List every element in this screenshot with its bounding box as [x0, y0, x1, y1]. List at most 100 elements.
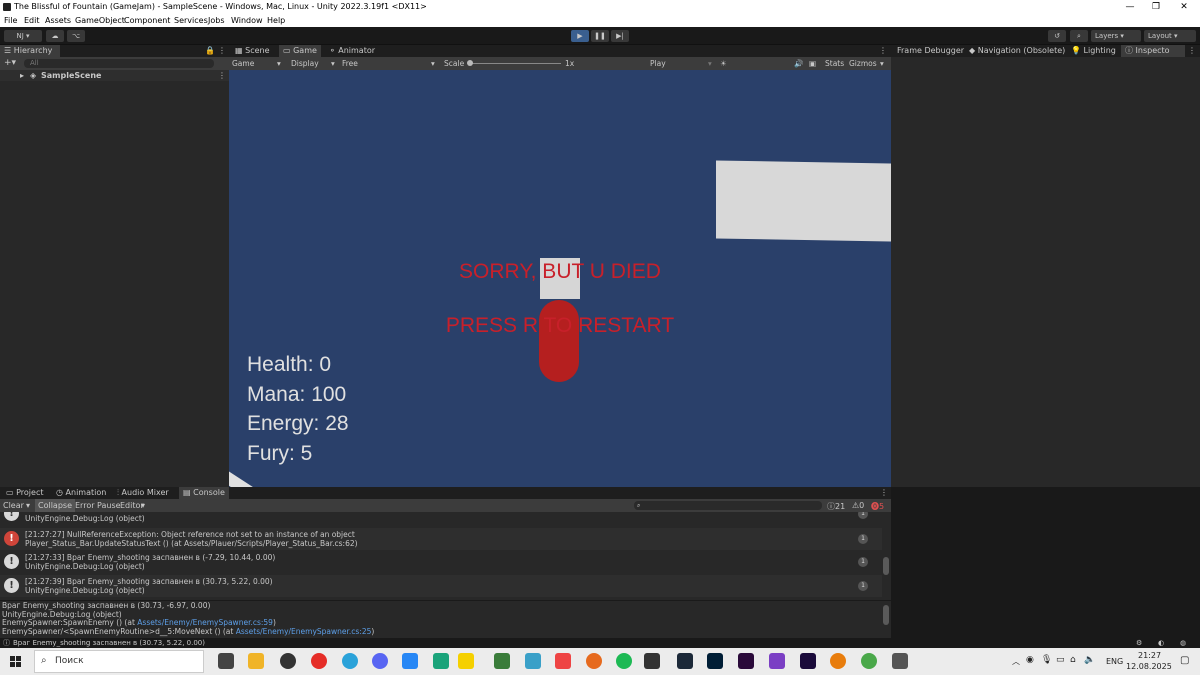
status-text[interactable]: Враг Enemy_shooting заспавнен в (30.73, … [13, 638, 205, 648]
menu-help[interactable]: Help [267, 14, 285, 27]
sun-icon[interactable]: ☀ [720, 57, 727, 70]
tab-console[interactable]: ▤ Console [179, 487, 229, 499]
menu-window[interactable]: Window [231, 14, 263, 27]
expand-arrow-icon[interactable]: ▸ [20, 71, 24, 80]
discord-icon[interactable] [372, 653, 388, 669]
log-row[interactable]: ! [21:27:27] NullReferenceException: Obj… [0, 528, 882, 550]
notification-icon[interactable]: ◍ [1180, 638, 1186, 648]
photoshop-icon[interactable] [707, 653, 723, 669]
telegram-icon[interactable] [342, 653, 358, 669]
stats-button[interactable]: Stats [825, 57, 844, 70]
after-effects-icon[interactable] [800, 653, 816, 669]
steam-icon[interactable] [677, 653, 693, 669]
log-row[interactable]: ! UnityEngine.Debug:Log (object) 1 [0, 512, 882, 525]
volume-icon[interactable]: 🔈 [1084, 655, 1095, 665]
sticky-notes-icon[interactable] [458, 653, 474, 669]
scene-row[interactable]: ▸ ◈ SampleScene ⋮ [0, 70, 229, 81]
lock-icon[interactable]: 🔒 [205, 46, 215, 55]
tab-audio-mixer[interactable]: ⫶ Audio Mixer [113, 487, 173, 499]
bottom-panel-menu-icon[interactable]: ⋮ [880, 488, 888, 497]
tab-project[interactable]: ▭ Project [2, 487, 47, 499]
add-icon[interactable]: +▾ [4, 58, 16, 68]
tab-game[interactable]: ▭ Game [279, 45, 321, 57]
app-bolt-icon[interactable] [494, 653, 510, 669]
detail-scrollbar-thumb[interactable] [883, 605, 889, 625]
search-icon[interactable]: ⌕ [1070, 30, 1088, 42]
clock-time[interactable]: 21:27 [1138, 651, 1161, 660]
scene-menu-icon[interactable]: ⋮ [218, 71, 226, 80]
tray-app-icon[interactable]: ◉ [1026, 655, 1034, 665]
media-player-icon[interactable] [280, 653, 296, 669]
unity-hub-icon[interactable] [644, 653, 660, 669]
tray-chevron-icon[interactable]: ︿ [1012, 656, 1020, 667]
explorer-icon[interactable] [248, 653, 264, 669]
menu-edit[interactable]: Edit [24, 14, 40, 27]
battery-icon[interactable]: ▭ [1056, 655, 1065, 665]
close-button[interactable]: ✕ [1170, 0, 1198, 14]
layout-dropdown[interactable]: Layout ▾ [1144, 30, 1196, 42]
bug-icon[interactable]: ⚙ [1136, 638, 1142, 648]
language-indicator[interactable]: ENG [1106, 657, 1123, 666]
network-icon[interactable]: ⌂ [1070, 655, 1076, 665]
log-row[interactable]: ! [21:27:33] Враг Enemy_shooting заспавн… [0, 551, 882, 573]
spotify-icon[interactable] [616, 653, 632, 669]
right-tabs-more-icon[interactable]: ⋮ [1188, 46, 1196, 55]
panel-menu-icon[interactable]: ⋮ [218, 46, 226, 55]
menu-file[interactable]: File [4, 14, 17, 27]
scale-slider-handle[interactable] [467, 60, 473, 66]
clock-date[interactable]: 12.08.2025 [1126, 662, 1172, 671]
pause-button[interactable]: ❚❚ [591, 30, 609, 42]
menu-assets[interactable]: Assets [45, 14, 71, 27]
console-search-input[interactable]: ⌕ [634, 501, 822, 510]
yandex-browser-icon[interactable] [311, 653, 327, 669]
center-panel-menu-icon[interactable]: ⋮ [879, 46, 887, 55]
premiere-icon[interactable] [738, 653, 754, 669]
progress-icon[interactable]: ◐ [1158, 638, 1164, 648]
app-orange-icon[interactable] [586, 653, 602, 669]
layers-dropdown[interactable]: Layers ▾ [1091, 30, 1141, 42]
app-blue-icon[interactable] [525, 653, 541, 669]
play-focused-arrow-icon[interactable]: ▾ [708, 57, 712, 70]
tab-inspector[interactable]: ⓘ Inspecto [1121, 45, 1185, 57]
tab-lighting[interactable]: 💡 Lighting [1067, 45, 1120, 57]
tab-animation[interactable]: ◷ Animation [52, 487, 110, 499]
start-windows-icon[interactable] [10, 656, 21, 667]
gizmos-button[interactable]: Gizmos [849, 57, 877, 70]
menu-component[interactable]: Component [124, 14, 170, 27]
clear-options-icon[interactable]: ▾ [26, 501, 30, 510]
account-button[interactable]: NJ ▾ [4, 30, 42, 42]
menu-services[interactable]: Services [174, 14, 208, 27]
tab-hierarchy[interactable]: ☰ Hierarchy [0, 45, 60, 57]
aspect-arrow-icon[interactable]: ▾ [431, 57, 435, 70]
editor-arrow-icon[interactable]: ▾ [141, 501, 145, 510]
step-button[interactable]: ▶| [611, 30, 629, 42]
log-count-toggle[interactable]: ⓘ21 [827, 501, 845, 512]
hierarchy-search-input[interactable]: All [24, 59, 214, 68]
play-button[interactable]: ▶ [571, 30, 589, 42]
cloud-icon[interactable]: ☁ [46, 30, 64, 42]
history-icon[interactable]: ↺ [1048, 30, 1066, 42]
log-scrollbar-thumb[interactable] [883, 557, 889, 575]
visual-studio-icon[interactable] [769, 653, 785, 669]
minimize-button[interactable]: — [1116, 0, 1144, 14]
log-row[interactable]: ! [21:27:39] Враг Enemy_shooting заспавн… [0, 575, 882, 597]
collapse-button[interactable]: Collapse [35, 499, 75, 512]
microphone-icon[interactable]: 🎙 [1041, 655, 1052, 665]
taskbar-search-input[interactable]: ⌕ Поиск [34, 650, 204, 673]
app-green-icon[interactable] [433, 653, 449, 669]
blender-icon[interactable] [830, 653, 846, 669]
error-count-toggle[interactable]: ⓿5 [871, 501, 884, 512]
display-arrow-icon[interactable]: ▾ [331, 57, 335, 70]
task-view-icon[interactable] [218, 653, 234, 669]
tab-frame-debugger[interactable]: Frame Debugger [893, 45, 968, 57]
detail-link[interactable]: Assets/Enemy/EnemySpawner.cs:25 [236, 627, 372, 636]
tab-navigation[interactable]: ◆ Navigation (Obsolete) [965, 45, 1069, 57]
chrome-icon[interactable] [861, 653, 877, 669]
figma-icon[interactable] [555, 653, 571, 669]
clear-button[interactable]: Clear [3, 501, 24, 510]
image-icon[interactable]: ▣ [809, 57, 816, 70]
menu-jobs[interactable]: Jobs [208, 14, 225, 27]
gizmos-arrow-icon[interactable]: ▾ [880, 57, 884, 70]
notifications-icon[interactable]: ▢ [1180, 655, 1189, 666]
game-canvas[interactable]: SORRY, BUT U DIED PRESS R TO RESTART Hea… [229, 70, 891, 487]
